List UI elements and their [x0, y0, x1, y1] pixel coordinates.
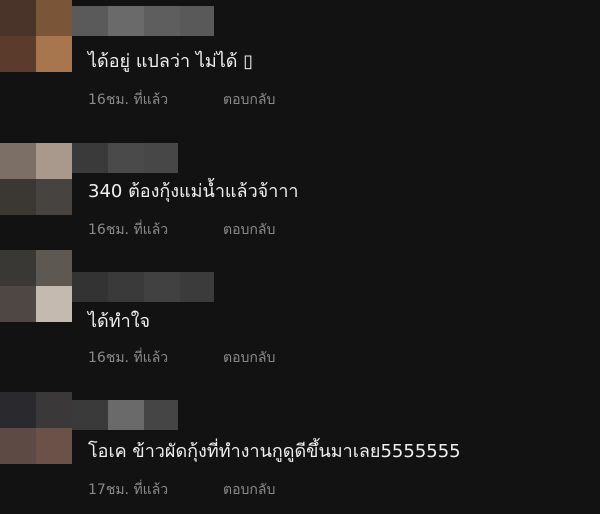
name-blur-block: [180, 272, 214, 302]
name-blur-block: [144, 400, 178, 430]
comment-text: 340 ต้องกุ้งแม่น้ำแล้วจ้าาา: [88, 181, 299, 202]
username-blurred[interactable]: [72, 6, 214, 36]
avatar-pixel: [36, 143, 72, 179]
comment-meta: 16ชม. ที่แล้ว ตอบกลับ: [88, 220, 275, 240]
avatar-pixel: [0, 250, 36, 286]
avatar-pixel: [0, 428, 36, 464]
avatar-pixel: [0, 392, 36, 428]
avatar-pixel: [0, 143, 36, 179]
avatar[interactable]: [0, 392, 72, 464]
avatar[interactable]: [0, 250, 72, 322]
reply-button[interactable]: ตอบกลับ: [223, 482, 275, 498]
reply-button[interactable]: ตอบกลับ: [223, 222, 275, 238]
username-blurred[interactable]: [72, 272, 214, 302]
name-blur-block: [72, 400, 108, 430]
avatar-pixel: [36, 179, 72, 215]
avatar-pixel: [0, 36, 36, 72]
name-blur-block: [108, 400, 144, 430]
comment-timestamp: 16ชม. ที่แล้ว: [88, 350, 169, 366]
avatar-pixel: [36, 0, 72, 36]
name-blur-block: [180, 6, 214, 36]
avatar-pixel: [0, 286, 36, 322]
avatar-pixel: [36, 286, 72, 322]
comment-meta: 16ชม. ที่แล้ว ตอบกลับ: [88, 90, 275, 110]
comment-timestamp: 17ชม. ที่แล้ว: [88, 482, 169, 498]
name-blur-block: [144, 6, 180, 36]
username-blurred[interactable]: [72, 143, 178, 173]
reply-button[interactable]: ตอบกลับ: [223, 350, 275, 366]
avatar-pixel: [36, 36, 72, 72]
name-blur-block: [144, 272, 180, 302]
comment-text: ได้ทำใจ: [88, 311, 151, 332]
name-blur-block: [72, 6, 108, 36]
avatar-pixel: [36, 250, 72, 286]
avatar-pixel: [36, 428, 72, 464]
comment-meta: 16ชม. ที่แล้ว ตอบกลับ: [88, 348, 275, 368]
comment-timestamp: 16ชม. ที่แล้ว: [88, 92, 169, 108]
name-blur-block: [144, 143, 178, 173]
comment-meta: 17ชม. ที่แล้ว ตอบกลับ: [88, 480, 275, 500]
comment-text: ได้อยู่ แปลว่า ไม่ได้ ▯: [88, 51, 254, 72]
name-blur-block: [72, 143, 108, 173]
avatar[interactable]: [0, 143, 72, 215]
avatar[interactable]: [0, 0, 72, 72]
avatar-pixel: [36, 392, 72, 428]
name-blur-block: [108, 6, 144, 36]
name-blur-block: [72, 272, 108, 302]
comment-text: โอเค ข้าวผัดกุ้งที่ทำงานกูดูดีขึ้นมาเลย5…: [88, 441, 461, 462]
avatar-pixel: [0, 179, 36, 215]
avatar-pixel: [0, 0, 36, 36]
name-blur-block: [108, 272, 144, 302]
reply-button[interactable]: ตอบกลับ: [223, 92, 275, 108]
username-blurred[interactable]: [72, 400, 178, 430]
name-blur-block: [108, 143, 144, 173]
comment-timestamp: 16ชม. ที่แล้ว: [88, 222, 169, 238]
